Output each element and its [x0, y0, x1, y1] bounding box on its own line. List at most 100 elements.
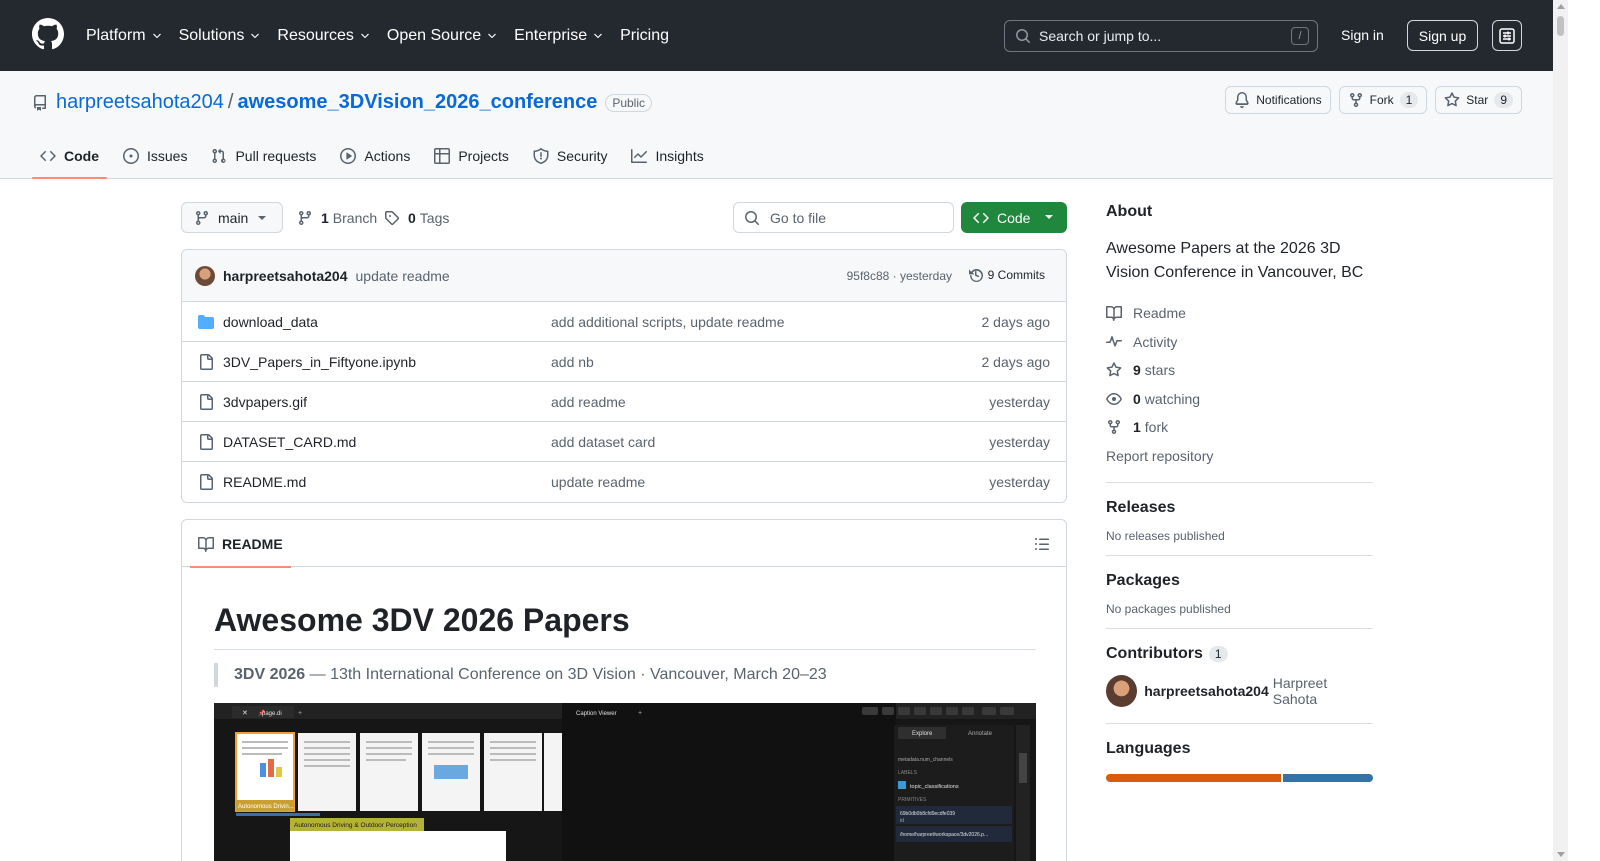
file-name-link[interactable]: download_data — [223, 314, 318, 330]
readme-link[interactable]: Readme — [1106, 299, 1373, 328]
chevron-down-icon — [152, 33, 161, 38]
file-name-link[interactable]: README.md — [223, 474, 306, 490]
repo-name-link[interactable]: awesome_3DVision_2026_conference — [237, 91, 597, 114]
file-commit-date: yesterday — [989, 434, 1050, 450]
appearance-settings-button[interactable] — [1492, 20, 1522, 51]
star-button[interactable]: Star 9 — [1435, 86, 1522, 114]
file-name-link[interactable]: 3DV_Papers_in_Fiftyone.ipynb — [223, 354, 416, 370]
readme-blockquote: 3DV 2026 — 13th International Conference… — [214, 663, 827, 687]
tab-label: Insights — [655, 147, 704, 164]
search-shortcut-key: / — [1291, 27, 1309, 45]
scrollbar-thumb[interactable] — [1557, 16, 1564, 36]
table-row[interactable]: download_data add additional scripts, upd… — [182, 302, 1066, 342]
report-repository-link[interactable]: Report repository — [1106, 442, 1373, 471]
file-commit-message-link[interactable]: update readme — [551, 474, 645, 490]
list-unordered-icon[interactable] — [1034, 536, 1050, 552]
demo-screenshot-illustration: ✕ 📌 page.di + Caption Viewer + Autonomou… — [214, 703, 1036, 861]
scroll-up-arrow-icon[interactable] — [1557, 4, 1565, 9]
watching-link[interactable]: 0 watching — [1106, 385, 1373, 414]
stars-label: stars — [1144, 362, 1176, 379]
tag-label: Tags — [419, 210, 450, 226]
code-dropdown-button[interactable]: Code — [961, 202, 1067, 233]
sign-up-button[interactable]: Sign up — [1407, 20, 1478, 51]
forks-link[interactable]: 1 fork — [1106, 413, 1373, 442]
tab-actions[interactable]: Actions — [332, 133, 418, 178]
releases-heading[interactable]: Releases — [1106, 499, 1373, 517]
file-name-link[interactable]: 3dvpapers.gif — [223, 394, 307, 410]
tab-issues[interactable]: Issues — [115, 133, 195, 178]
repo-owner-link[interactable]: harpreetsahota204 — [56, 91, 224, 114]
branches-link[interactable]: 1 Branch — [297, 210, 377, 226]
eye-icon — [1106, 392, 1122, 405]
contributor-name: Harpreet Sahota — [1272, 675, 1328, 707]
demo-primitive-id: 69b0db0b8cfd9ecdfe039 — [900, 811, 955, 817]
search-input[interactable]: Search or jump to... / — [1004, 20, 1318, 52]
repository-header: harpreetsahota204 / awesome_3DVision_202… — [0, 71, 1553, 179]
readme-panel: README Awesome 3DV 2026 Papers 3DV 2026 … — [181, 519, 1067, 861]
tab-label: Projects — [458, 147, 509, 164]
page-scrollbar[interactable] — [1553, 0, 1568, 861]
activity-link[interactable]: Activity — [1106, 328, 1373, 357]
latest-commit: harpreetsahota204 update readme 95f8c88 … — [182, 250, 1066, 302]
tab-projects[interactable]: Projects — [426, 133, 517, 178]
fork-button[interactable]: Fork 1 — [1338, 86, 1428, 114]
code-button-label: Code — [997, 209, 1031, 226]
folder-icon — [198, 315, 214, 329]
readme-demo-gif: ✕ 📌 page.di + Caption Viewer + Autonomou… — [214, 703, 1036, 861]
sign-in-link[interactable]: Sign in — [1341, 27, 1384, 43]
file-commit-message-link[interactable]: add additional scripts, update readme — [551, 314, 784, 330]
tab-pull-requests[interactable]: Pull requests — [203, 133, 324, 178]
repo-actions: Notifications Fork 1 Star 9 — [1225, 86, 1522, 114]
caret-down-icon — [1045, 215, 1053, 219]
tab-code[interactable]: Code — [32, 133, 107, 179]
file-list: download_data add additional scripts, upd… — [182, 302, 1066, 502]
commits-history-link[interactable]: 9 Commits — [968, 267, 1045, 283]
commit-author-link[interactable]: harpreetsahota204 — [223, 268, 348, 284]
file-commit-message-link[interactable]: add dataset card — [551, 434, 655, 450]
tag-count: 0 — [408, 210, 416, 226]
scroll-down-arrow-icon[interactable] — [1557, 852, 1565, 857]
fork-label: fork — [1144, 419, 1169, 436]
contributors-heading[interactable]: Contributors 1 — [1106, 645, 1373, 663]
demo-tag-large: Autonomous Driving & Outdoor Perception — [294, 822, 417, 829]
demo-field-metadata: metadata.num_channels — [898, 757, 953, 763]
issue-icon — [123, 147, 139, 164]
nav-open-source[interactable]: Open Source — [387, 27, 498, 45]
contributor-login[interactable]: harpreetsahota204 — [1144, 683, 1269, 699]
language-bar-segment[interactable] — [1282, 774, 1373, 782]
file-commit-message-link[interactable]: add readme — [551, 394, 626, 410]
file-commit-message-link[interactable]: add nb — [551, 354, 594, 370]
commit-message-link[interactable]: update readme — [356, 268, 450, 284]
notifications-button[interactable]: Notifications — [1225, 86, 1331, 114]
avatar[interactable] — [195, 265, 215, 286]
table-row[interactable]: DATASET_CARD.md add dataset card yesterday — [182, 422, 1066, 462]
nav-enterprise[interactable]: Enterprise — [514, 27, 604, 45]
tags-link[interactable]: 0 Tags — [384, 210, 449, 226]
table-row[interactable]: 3DV_Papers_in_Fiftyone.ipynb add nb 2 days… — [182, 342, 1066, 382]
file-name-link[interactable]: DATASET_CARD.md — [223, 434, 356, 450]
language-bar-segment[interactable] — [1106, 774, 1281, 782]
contributor-item[interactable]: harpreetsahota204 Harpreet Sahota — [1106, 675, 1373, 707]
demo-annotate: Annotate — [968, 731, 993, 737]
branch-selector[interactable]: main — [181, 202, 283, 233]
avatar[interactable] — [1106, 675, 1138, 707]
nav-platform[interactable]: Platform — [86, 27, 163, 45]
svg-text:+: + — [298, 710, 302, 717]
packages-heading[interactable]: Packages — [1106, 572, 1373, 590]
commit-hash-time[interactable]: 95f8c88 · yesterday — [847, 269, 952, 283]
nav-solutions[interactable]: Solutions — [179, 27, 262, 45]
contributors-counter: 1 — [1208, 646, 1228, 662]
readme-tab[interactable]: README — [190, 520, 291, 568]
table-row[interactable]: 3dvpapers.gif add readme yesterday — [182, 382, 1066, 422]
go-to-file-input[interactable]: Go to file — [733, 202, 954, 233]
tab-insights[interactable]: Insights — [623, 133, 711, 178]
table-row[interactable]: README.md update readme yesterday — [182, 462, 1066, 502]
github-logo-icon[interactable] — [32, 18, 64, 50]
tab-security[interactable]: Security — [525, 133, 616, 178]
git-branch-icon — [196, 210, 208, 225]
file-icon — [200, 394, 213, 410]
tab-label: Security — [556, 147, 608, 164]
nav-pricing[interactable]: Pricing — [620, 27, 669, 45]
nav-resources[interactable]: Resources — [277, 27, 370, 45]
stars-link[interactable]: 9 stars — [1106, 356, 1373, 385]
